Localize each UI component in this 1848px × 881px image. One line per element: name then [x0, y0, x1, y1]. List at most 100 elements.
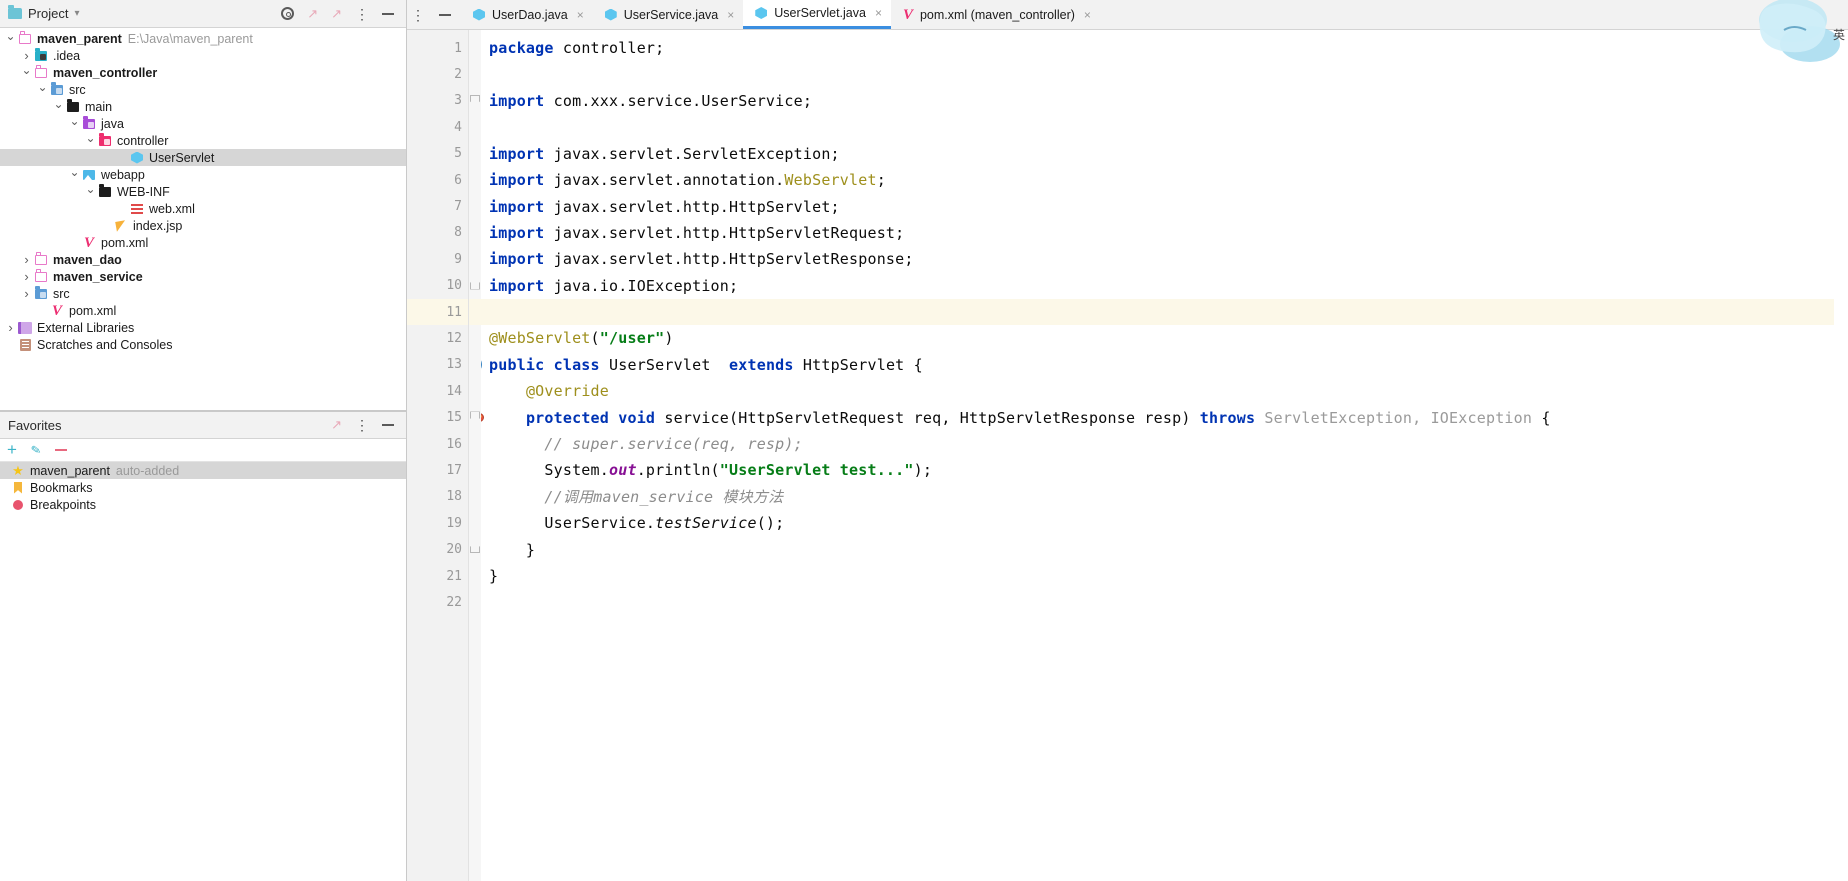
- code-line[interactable]: UserService. testService ();: [481, 510, 1834, 536]
- fold-region-start-icon[interactable]: [470, 94, 480, 106]
- code-line[interactable]: package controller;: [481, 35, 1834, 61]
- tree-node-scratches-and-consoles[interactable]: Scratches and Consoles: [0, 336, 406, 353]
- tree-twisty-expanded-icon[interactable]: [52, 100, 65, 114]
- favorites-list[interactable]: ★ maven_parent auto-added Bookmarks Breakpoi…: [0, 462, 406, 513]
- editor-tab-bar[interactable]: ⋮ UserDao.java × UserService.java × UserServl…: [407, 0, 1848, 30]
- code-line[interactable]: [481, 589, 1834, 615]
- close-icon[interactable]: ×: [875, 6, 882, 20]
- favorites-item-breakpoints[interactable]: Breakpoints: [0, 496, 406, 513]
- editor-tab-userservlet-java[interactable]: UserServlet.java ×: [743, 0, 891, 29]
- tree-node-userservlet[interactable]: UserServlet: [0, 149, 406, 166]
- tabbar-hide-icon[interactable]: [439, 13, 451, 16]
- code-editor[interactable]: 1 2 3 4 5 6 7 8 9 10 11 12 13 14 15 16 17 18 19 20 21 22 pack…: [407, 30, 1848, 881]
- project-tree[interactable]: maven_parentE:\Java\maven_parent.ideamav…: [0, 28, 406, 410]
- code-line[interactable]: [481, 298, 1834, 326]
- fold-region-start-icon[interactable]: [470, 411, 480, 423]
- tree-node-pom.xml[interactable]: Vpom.xml: [0, 302, 406, 319]
- tree-node-index.jsp[interactable]: index.jsp: [0, 217, 406, 234]
- options-menu-icon[interactable]: ⋮: [355, 7, 369, 21]
- code-line[interactable]: @WebServlet("/user"): [481, 325, 1834, 351]
- code-line[interactable]: import java.io.IOException;: [481, 273, 1834, 299]
- favorites-item-note: auto-added: [115, 463, 180, 478]
- tree-twisty-collapsed-icon[interactable]: [4, 320, 17, 335]
- code-line[interactable]: import javax.servlet.http.HttpServlet;: [481, 193, 1834, 219]
- fold-column-cell: [469, 88, 481, 114]
- editor-tab-userservice-java[interactable]: UserService.java ×: [592, 0, 744, 29]
- code-line[interactable]: @Override: [481, 378, 1834, 404]
- tree-node-.idea[interactable]: .idea: [0, 47, 406, 64]
- tree-node-maven_parent[interactable]: maven_parent E:\Java\maven_parent: [0, 30, 406, 47]
- tree-node-maven_controller[interactable]: maven_controller: [0, 64, 406, 81]
- code-line[interactable]: public class UserServlet extends HttpSer…: [481, 352, 1834, 378]
- tree-twisty-expanded-icon[interactable]: [20, 66, 33, 80]
- hide-panel-icon[interactable]: [382, 12, 394, 15]
- code-folding-gutter[interactable]: [469, 30, 481, 881]
- editor-tab-pom-xml[interactable]: Vpom.xml (maven_controller) ×: [890, 0, 1100, 29]
- tree-node-controller[interactable]: controller: [0, 132, 406, 149]
- options-menu-icon[interactable]: ⋮: [355, 418, 369, 432]
- tree-node-src[interactable]: src: [0, 285, 406, 302]
- tree-twisty-collapsed-icon[interactable]: [20, 269, 33, 284]
- tree-twisty-collapsed-icon[interactable]: [20, 286, 33, 301]
- code-line[interactable]: //调用maven_service 模块方法: [481, 484, 1834, 510]
- tree-node-label: maven_dao: [53, 252, 122, 267]
- hide-panel-icon[interactable]: [382, 424, 394, 426]
- code-line[interactable]: import javax.servlet.annotation. WebServl…: [481, 167, 1834, 193]
- code-line[interactable]: [481, 61, 1834, 87]
- tree-node-external-libraries[interactable]: External Libraries: [0, 319, 406, 336]
- line-number: 6: [407, 167, 468, 193]
- code-token-kw: public class: [489, 355, 600, 374]
- code-line[interactable]: [481, 114, 1834, 140]
- remove-favorite-button[interactable]: [55, 449, 67, 451]
- close-icon[interactable]: ×: [1084, 8, 1091, 22]
- tree-twisty-collapsed-icon[interactable]: [20, 48, 33, 63]
- tree-node-main[interactable]: main: [0, 98, 406, 115]
- tree-node-maven_dao[interactable]: maven_dao: [0, 251, 406, 268]
- close-icon[interactable]: ×: [577, 8, 584, 22]
- tree-node-src[interactable]: src: [0, 81, 406, 98]
- add-favorite-button[interactable]: +: [7, 441, 17, 458]
- code-line[interactable]: import javax.servlet.ServletException;: [481, 141, 1834, 167]
- tree-twisty-expanded-icon[interactable]: [68, 168, 81, 182]
- expand-arrow-icon[interactable]: ↗: [331, 417, 342, 433]
- tree-twisty-expanded-icon[interactable]: [84, 185, 97, 199]
- fold-region-end-icon[interactable]: [470, 542, 480, 554]
- tree-twisty-collapsed-icon[interactable]: [20, 252, 33, 267]
- collapse-arrow-icon[interactable]: ↗: [331, 6, 342, 22]
- tree-twisty-expanded-icon[interactable]: [68, 117, 81, 131]
- tree-node-java[interactable]: java: [0, 115, 406, 132]
- code-line[interactable]: protected void service(HttpServletReques…: [481, 404, 1834, 430]
- tree-twisty-expanded-icon[interactable]: [84, 134, 97, 148]
- tree-node-pom.xml[interactable]: Vpom.xml: [0, 234, 406, 251]
- tree-node-web-inf[interactable]: WEB-INF: [0, 183, 406, 200]
- code-line[interactable]: import javax.servlet.http.HttpServletReq…: [481, 220, 1834, 246]
- fold-region-end-icon[interactable]: [470, 278, 480, 290]
- tabbar-options-icon[interactable]: ⋮: [411, 8, 425, 22]
- tree-node-maven_service[interactable]: maven_service: [0, 268, 406, 285]
- code-line[interactable]: import com.xxx.service.UserService;: [481, 88, 1834, 114]
- maven-pom-icon: V: [83, 234, 94, 251]
- edit-favorite-button[interactable]: ✎: [30, 442, 42, 458]
- chevron-down-icon[interactable]: ▾: [74, 8, 79, 19]
- star-icon: ★: [12, 462, 24, 478]
- fold-column-cell: [469, 352, 481, 378]
- code-line[interactable]: // super.service(req, resp);: [481, 431, 1834, 457]
- code-line[interactable]: }: [481, 536, 1834, 562]
- tree-node-icon: [129, 151, 145, 164]
- tree-node-web.xml[interactable]: web.xml: [0, 200, 406, 217]
- close-icon[interactable]: ×: [727, 8, 734, 22]
- favorites-item-bookmarks[interactable]: Bookmarks: [0, 479, 406, 496]
- editor-tab-userdao-java[interactable]: UserDao.java ×: [461, 0, 593, 29]
- locate-target-icon[interactable]: [281, 7, 295, 20]
- expand-arrow-icon[interactable]: ↗: [307, 6, 318, 22]
- code-content[interactable]: package controller; import com.xxx.servi…: [481, 30, 1834, 881]
- code-line[interactable]: import javax.servlet.http.HttpServletRes…: [481, 246, 1834, 272]
- code-line[interactable]: System. out .println("UserServlet test..."…: [481, 457, 1834, 483]
- tree-node-webapp[interactable]: webapp: [0, 166, 406, 183]
- tree-twisty-expanded-icon[interactable]: [36, 83, 49, 97]
- favorites-item-maven_parent[interactable]: ★ maven_parent auto-added: [0, 462, 406, 479]
- editor-tabbar-controls: ⋮: [407, 0, 461, 29]
- code-line[interactable]: }: [481, 563, 1834, 589]
- tree-twisty-expanded-icon[interactable]: [4, 32, 17, 46]
- editor-scrollbar[interactable]: [1834, 30, 1848, 881]
